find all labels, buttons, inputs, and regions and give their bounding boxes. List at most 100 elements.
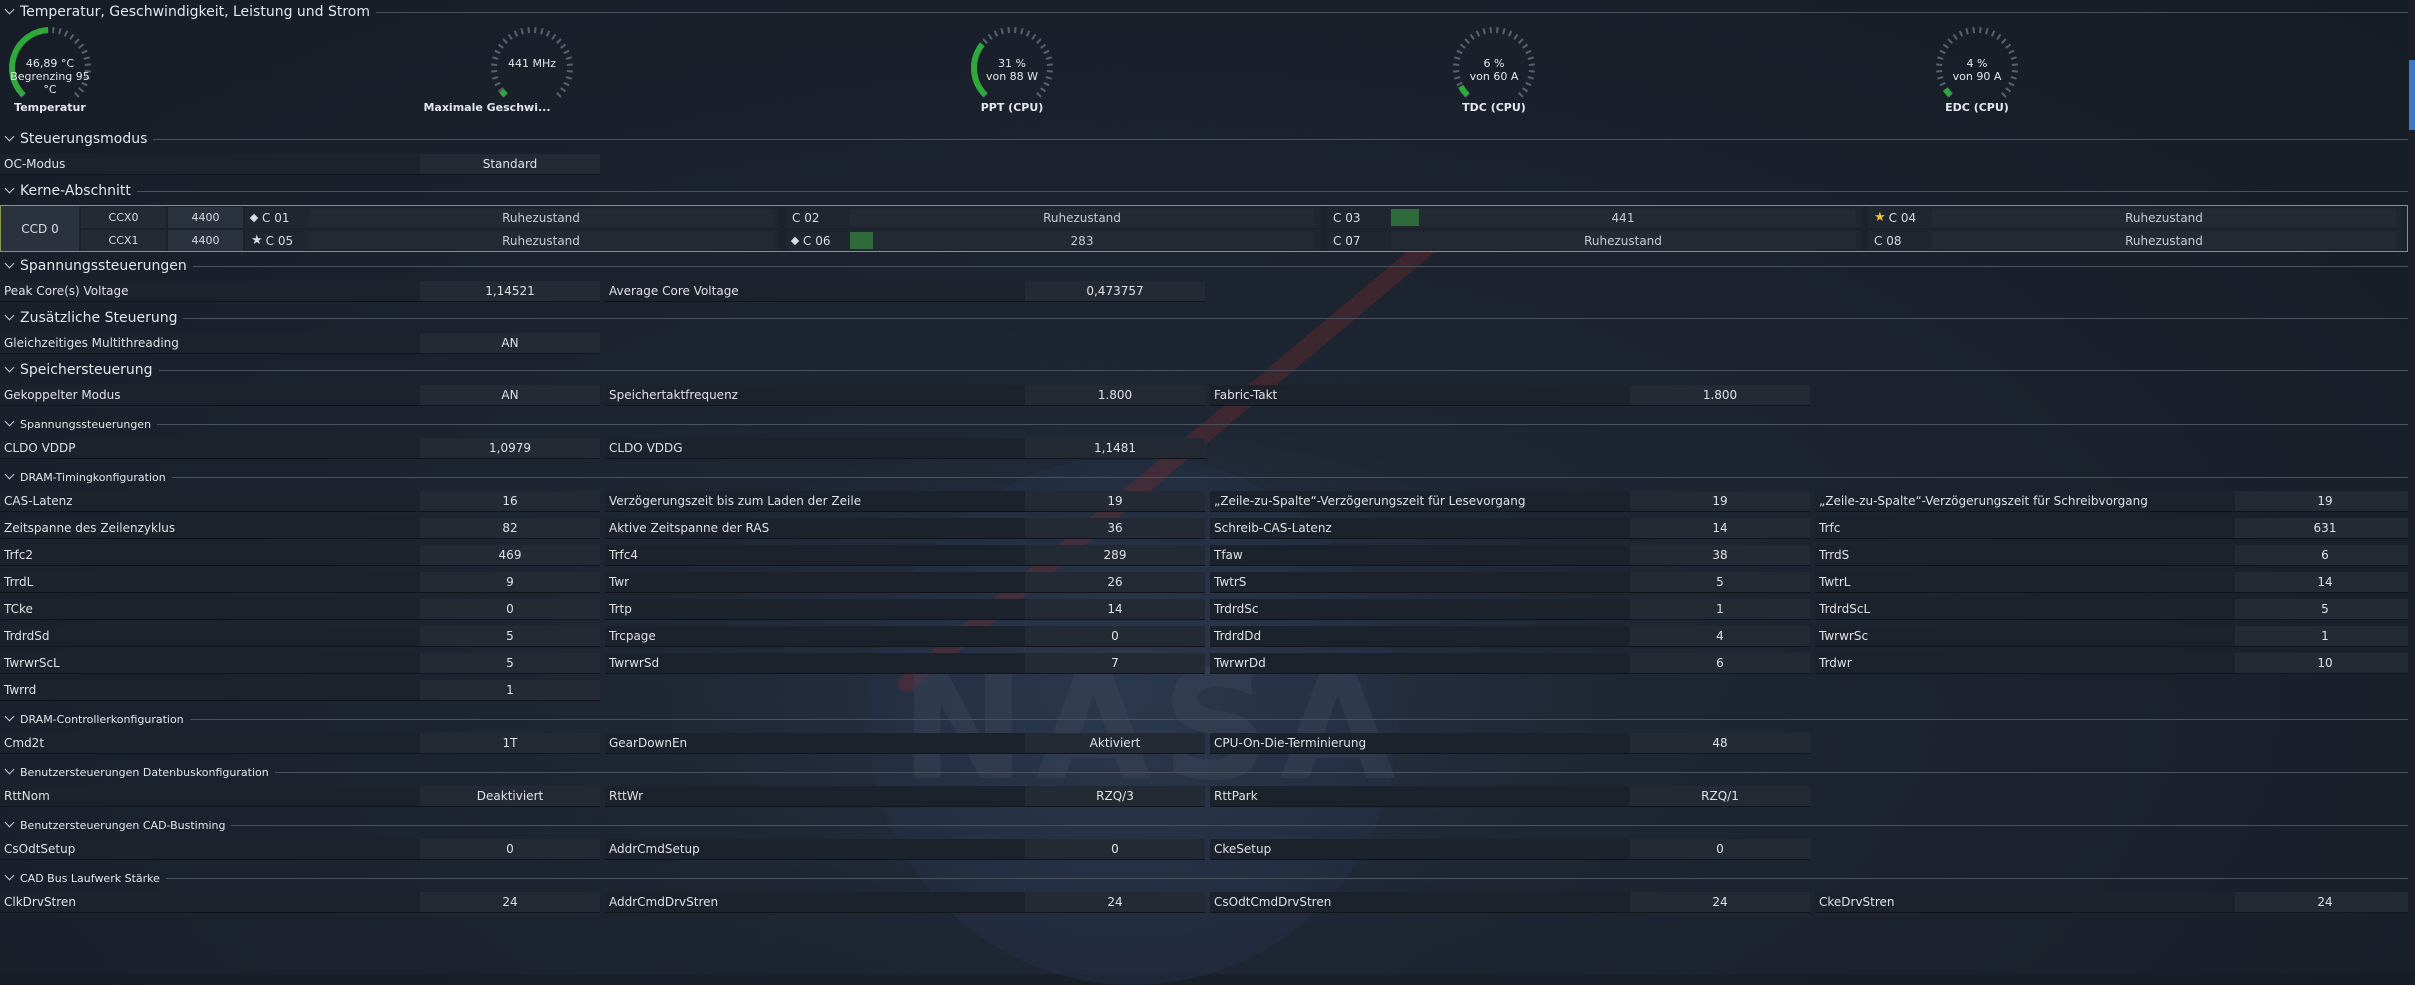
core-cell[interactable]: C 07 Ruhezustand	[1327, 230, 1861, 251]
section-header-steuerungsmodus[interactable]: Steuerungsmodus	[0, 128, 2415, 150]
setting-value[interactable]: 1,1481	[1025, 438, 1205, 459]
setting-value[interactable]: 24	[2235, 892, 2415, 913]
core-name: C 05	[265, 233, 294, 248]
oc-mode-value[interactable]: Standard	[420, 154, 600, 175]
section-header-cadbus[interactable]: CAD Bus Laufwerk Stärke	[0, 867, 2415, 889]
setting-value[interactable]: 48	[1630, 733, 1810, 754]
chevron-down-icon[interactable]	[4, 260, 16, 272]
chevron-down-icon[interactable]	[4, 713, 16, 725]
setting-value[interactable]: 1,14521	[420, 281, 600, 302]
vertical-scrollbar[interactable]	[2408, 0, 2415, 974]
setting-value[interactable]: 631	[2235, 518, 2415, 539]
setting-value[interactable]: 6	[1630, 653, 1810, 674]
section-header-kerne[interactable]: Kerne-Abschnitt	[0, 180, 2415, 202]
setting-value[interactable]: 10	[2235, 653, 2415, 674]
setting-value[interactable]: 0	[420, 599, 600, 620]
core-status: Ruhezustand	[1932, 209, 2396, 226]
core-cell[interactable]: C 01 Ruhezustand	[245, 207, 779, 228]
section-header-spannung[interactable]: Spannungssteuerungen	[0, 255, 2415, 277]
setting-value[interactable]: 24	[420, 892, 600, 913]
setting-value[interactable]: 5	[420, 626, 600, 647]
setting-value[interactable]: 1	[1630, 599, 1810, 620]
core-name: C 08	[1874, 233, 1902, 248]
setting-value[interactable]: 0	[420, 839, 600, 860]
section-header-datenbus[interactable]: Benutzersteuerungen Datenbuskonfiguratio…	[0, 761, 2415, 783]
setting-value[interactable]: Deaktiviert	[420, 786, 600, 807]
setting-value[interactable]: 1	[420, 680, 600, 701]
chevron-down-icon[interactable]	[4, 185, 16, 197]
chevron-down-icon[interactable]	[4, 418, 16, 430]
chevron-down-icon[interactable]	[4, 133, 16, 145]
section-header-dram_timing[interactable]: DRAM-Timingkonfiguration	[0, 466, 2415, 488]
setting-value[interactable]: 36	[1025, 518, 1205, 539]
setting-value[interactable]: 6	[2235, 545, 2415, 566]
setting-value[interactable]: 1.800	[1025, 385, 1205, 406]
setting-value[interactable]: 19	[1025, 491, 1205, 512]
chevron-down-icon[interactable]	[4, 312, 16, 324]
setting-value[interactable]: 82	[420, 518, 600, 539]
setting-value[interactable]: 26	[1025, 572, 1205, 593]
setting-value[interactable]: 9	[420, 572, 600, 593]
setting-value[interactable]: 38	[1630, 545, 1810, 566]
setting-value[interactable]: RZQ/3	[1025, 786, 1205, 807]
setting-value[interactable]: 0	[1025, 839, 1205, 860]
setting-value[interactable]: 24	[1630, 892, 1810, 913]
chevron-down-icon[interactable]	[4, 6, 16, 18]
setting-value[interactable]: 289	[1025, 545, 1205, 566]
chevron-down-icon[interactable]	[4, 872, 16, 884]
chevron-down-icon[interactable]	[4, 364, 16, 376]
setting-value[interactable]: 0	[1630, 839, 1810, 860]
section-header-zusatz[interactable]: Zusätzliche Steuerung	[0, 307, 2415, 329]
setting-value[interactable]: Aktiviert	[1025, 733, 1205, 754]
setting-label: TrdrdScL	[1815, 599, 2235, 620]
section-header-speicher[interactable]: Speichersteuerung	[0, 359, 2415, 381]
setting-value[interactable]: 1T	[420, 733, 600, 754]
core-cell[interactable]: ★ C 05 Ruhezustand	[245, 230, 779, 251]
setting-label: Cmd2t	[0, 733, 420, 754]
core-cell[interactable]: C 06 283	[786, 230, 1320, 251]
gauge-3: 6 % von 60 A	[1449, 23, 1539, 113]
setting-value[interactable]: 1.800	[1630, 385, 1810, 406]
core-cell[interactable]: ★ C 04 Ruhezustand	[1868, 207, 2402, 228]
chevron-down-icon[interactable]	[4, 766, 16, 778]
section-header-tgls[interactable]: Temperatur, Geschwindigkeit, Leistung un…	[0, 1, 2415, 23]
chevron-down-icon[interactable]	[4, 471, 16, 483]
chevron-down-icon[interactable]	[4, 819, 16, 831]
section-header-dram_ctrl[interactable]: DRAM-Controllerkonfiguration	[0, 708, 2415, 730]
core-cell[interactable]: C 08 Ruhezustand	[1868, 230, 2402, 251]
setting-value[interactable]: 14	[1630, 518, 1810, 539]
setting-value[interactable]: 1,0979	[420, 438, 600, 459]
core-cell[interactable]: C 03 441	[1327, 207, 1861, 228]
section-header-cad[interactable]: Benutzersteuerungen CAD-Bustiming	[0, 814, 2415, 836]
setting-label: AddrCmdSetup	[605, 839, 1025, 860]
core-cell[interactable]: C 02 Ruhezustand	[786, 207, 1320, 228]
setting-label: CkeSetup	[1210, 839, 1630, 860]
setting-value[interactable]: 5	[1630, 572, 1810, 593]
setting-value[interactable]: 0	[1025, 626, 1205, 647]
setting-value[interactable]: AN	[420, 333, 600, 354]
setting-value[interactable]: 469	[420, 545, 600, 566]
setting-value[interactable]: RZQ/1	[1630, 786, 1810, 807]
setting-value[interactable]: 14	[1025, 599, 1205, 620]
setting-value[interactable]: 19	[1630, 491, 1810, 512]
setting-label: GearDownEn	[605, 733, 1025, 754]
gauge-value: 4 %	[1966, 57, 1988, 70]
setting-value[interactable]: 14	[2235, 572, 2415, 593]
setting-value[interactable]: 19	[2235, 491, 2415, 512]
setting-value[interactable]: 4	[1630, 626, 1810, 647]
setting-value[interactable]: 7	[1025, 653, 1205, 674]
setting-label: „Zeile-zu-Spalte“-Verzögerungszeit für S…	[1815, 491, 2235, 512]
setting-value[interactable]: 24	[1025, 892, 1205, 913]
setting-label: Trcpage	[605, 626, 1025, 647]
setting-value[interactable]: 1	[2235, 626, 2415, 647]
scrollbar-thumb[interactable]	[2409, 60, 2415, 130]
section-divider	[165, 877, 2413, 879]
setting-value[interactable]: 0,473757	[1025, 281, 1205, 302]
setting-value[interactable]: AN	[420, 385, 600, 406]
setting-value[interactable]: 5	[420, 653, 600, 674]
setting-label: ClkDrvStren	[0, 892, 420, 913]
section-header-spannung2[interactable]: Spannungssteuerungen	[0, 413, 2415, 435]
setting-value[interactable]: 16	[420, 491, 600, 512]
section-divider	[274, 771, 2413, 773]
setting-value[interactable]: 5	[2235, 599, 2415, 620]
